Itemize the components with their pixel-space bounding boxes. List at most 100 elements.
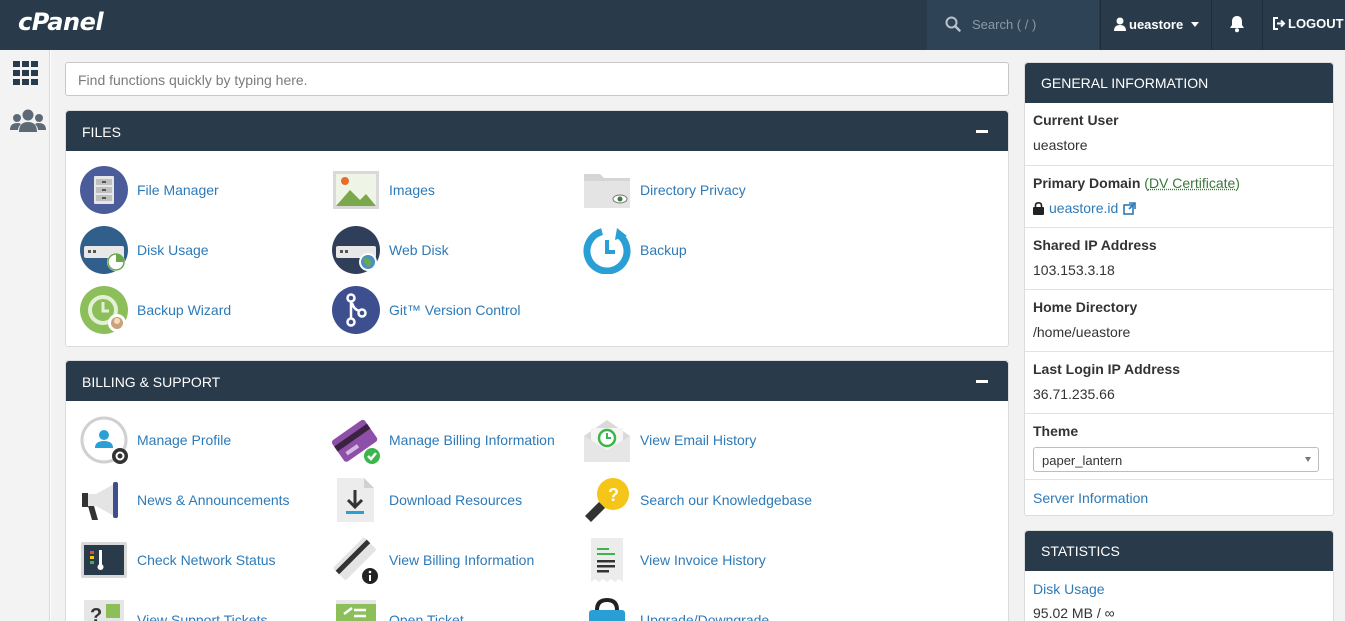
billing-panel-header[interactable]: BILLING & SUPPORT <box>66 361 1008 401</box>
disk-usage-icon <box>80 226 128 274</box>
svg-text:?: ? <box>608 485 619 505</box>
check-network-status-link[interactable]: Check Network Status <box>80 535 276 585</box>
billing-title: BILLING & SUPPORT <box>82 374 220 390</box>
shared-ip-row: Shared IP Address 103.153.3.18 <box>1025 227 1333 289</box>
user-icon <box>1114 17 1126 34</box>
shopping-bag-icon <box>583 596 631 621</box>
web-disk-label: Web Disk <box>389 242 449 258</box>
shared-ip-value: 103.153.3.18 <box>1033 262 1115 278</box>
file-manager-link[interactable]: File Manager <box>80 165 219 215</box>
primary-domain-label: Primary Domain <box>1033 175 1140 191</box>
user-menu[interactable]: ueastore <box>1100 0 1210 50</box>
top-bar: cPanel Search ( / ) ueastore LOGOUT <box>0 0 1345 50</box>
images-icon <box>332 166 380 214</box>
disk-usage-link[interactable]: Disk Usage <box>80 225 209 275</box>
view-invoice-history-label: View Invoice History <box>640 552 766 568</box>
dv-certificate-link[interactable]: DV Certificate <box>1149 175 1235 191</box>
search-icon <box>945 16 961 35</box>
home-directory-value: /home/ueastore <box>1033 324 1130 340</box>
svg-text:?: ? <box>90 605 102 621</box>
last-login-value: 36.71.235.66 <box>1033 386 1115 402</box>
cpanel-logo[interactable]: cPanel <box>18 8 103 36</box>
home-grid-icon[interactable] <box>11 60 41 89</box>
chevron-down-icon <box>1191 22 1199 27</box>
download-resources-label: Download Resources <box>389 492 522 508</box>
web-disk-link[interactable]: Web Disk <box>332 225 449 275</box>
primary-domain-link[interactable]: ueastore.id <box>1049 200 1118 216</box>
last-login-row: Last Login IP Address 36.71.235.66 <box>1025 351 1333 413</box>
shared-ip-label: Shared IP Address <box>1033 237 1157 253</box>
home-directory-row: Home Directory /home/ueastore <box>1025 289 1333 351</box>
side-rail <box>0 50 50 621</box>
manage-profile-icon <box>80 416 128 464</box>
primary-domain-value: ueastore.id <box>1033 200 1136 216</box>
upgrade-downgrade-link[interactable]: Upgrade/Downgrade <box>583 595 769 621</box>
images-link[interactable]: Images <box>332 165 435 215</box>
view-support-tickets-link[interactable]: ? View Support Tickets <box>80 595 267 621</box>
open-ticket-link[interactable]: Open Ticket <box>332 595 464 621</box>
open-ticket-icon <box>332 596 380 621</box>
theme-label: Theme <box>1033 423 1078 439</box>
collapse-icon[interactable] <box>976 380 988 383</box>
users-icon[interactable] <box>10 108 46 139</box>
invoice-icon <box>583 536 631 584</box>
backup-label: Backup <box>640 242 687 258</box>
statistics-title: STATISTICS <box>1025 531 1333 571</box>
images-label: Images <box>389 182 435 198</box>
statistics-panel: STATISTICS Disk Usage 95.02 MB / ∞ <box>1024 530 1334 621</box>
view-billing-info-label: View Billing Information <box>389 552 534 568</box>
email-history-icon <box>583 416 631 464</box>
dv-close-paren: ) <box>1235 175 1240 191</box>
backup-link[interactable]: Backup <box>583 225 687 275</box>
quick-search-input[interactable]: Find functions quickly by typing here. <box>65 62 1009 96</box>
last-login-label: Last Login IP Address <box>1033 361 1180 377</box>
backup-wizard-link[interactable]: Backup Wizard <box>80 285 231 335</box>
network-status-icon <box>80 536 128 584</box>
notifications-button[interactable] <box>1211 0 1261 50</box>
current-user-label: Current User <box>1033 112 1119 128</box>
manage-profile-label: Manage Profile <box>137 432 231 448</box>
logout-label: LOGOUT <box>1288 16 1344 31</box>
search-knowledgebase-link[interactable]: ? Search our Knowledgebase <box>583 475 812 525</box>
server-information-link[interactable]: Server Information <box>1033 490 1148 506</box>
view-billing-info-link[interactable]: View Billing Information <box>332 535 534 585</box>
general-information-title: GENERAL INFORMATION <box>1025 63 1333 103</box>
home-directory-label: Home Directory <box>1033 299 1137 315</box>
collapse-icon[interactable] <box>976 130 988 133</box>
theme-selected-value: paper_lantern <box>1042 453 1122 468</box>
view-invoice-history-link[interactable]: View Invoice History <box>583 535 766 585</box>
search-knowledgebase-label: Search our Knowledgebase <box>640 492 812 508</box>
theme-select[interactable]: paper_lantern <box>1033 447 1319 472</box>
logout-icon <box>1273 17 1286 30</box>
directory-privacy-link[interactable]: Directory Privacy <box>583 165 746 215</box>
manage-billing-link[interactable]: Manage Billing Information <box>332 415 555 465</box>
manage-billing-label: Manage Billing Information <box>389 432 555 448</box>
files-title: FILES <box>82 124 121 140</box>
news-announcements-link[interactable]: News & Announcements <box>80 475 290 525</box>
disk-usage-label: Disk Usage <box>137 242 209 258</box>
web-disk-icon <box>332 226 380 274</box>
git-version-control-link[interactable]: Git™ Version Control <box>332 285 521 335</box>
search-placeholder: Search ( / ) <box>972 17 1036 32</box>
disk-usage-stat-link[interactable]: Disk Usage <box>1033 581 1105 597</box>
manage-profile-link[interactable]: Manage Profile <box>80 415 231 465</box>
upgrade-downgrade-label: Upgrade/Downgrade <box>640 612 769 621</box>
username: ueastore <box>1129 17 1183 32</box>
credit-card-icon <box>332 416 380 464</box>
download-resources-link[interactable]: Download Resources <box>332 475 522 525</box>
open-ticket-label: Open Ticket <box>389 612 464 621</box>
view-email-history-link[interactable]: View Email History <box>583 415 756 465</box>
logout-button[interactable]: LOGOUT <box>1262 0 1345 50</box>
backup-icon <box>583 226 631 274</box>
files-panel-header[interactable]: FILES <box>66 111 1008 151</box>
server-info-row: Server Information <box>1025 479 1333 515</box>
file-manager-icon <box>80 166 128 214</box>
git-branch-icon <box>332 286 380 334</box>
directory-privacy-label: Directory Privacy <box>640 182 746 198</box>
current-user-row: Current User ueastore <box>1025 103 1333 165</box>
external-link-icon[interactable] <box>1123 202 1136 215</box>
header-search[interactable]: Search ( / ) <box>927 0 1099 50</box>
backup-wizard-label: Backup Wizard <box>137 302 231 318</box>
megaphone-icon <box>80 476 128 524</box>
bell-icon <box>1229 15 1245 33</box>
